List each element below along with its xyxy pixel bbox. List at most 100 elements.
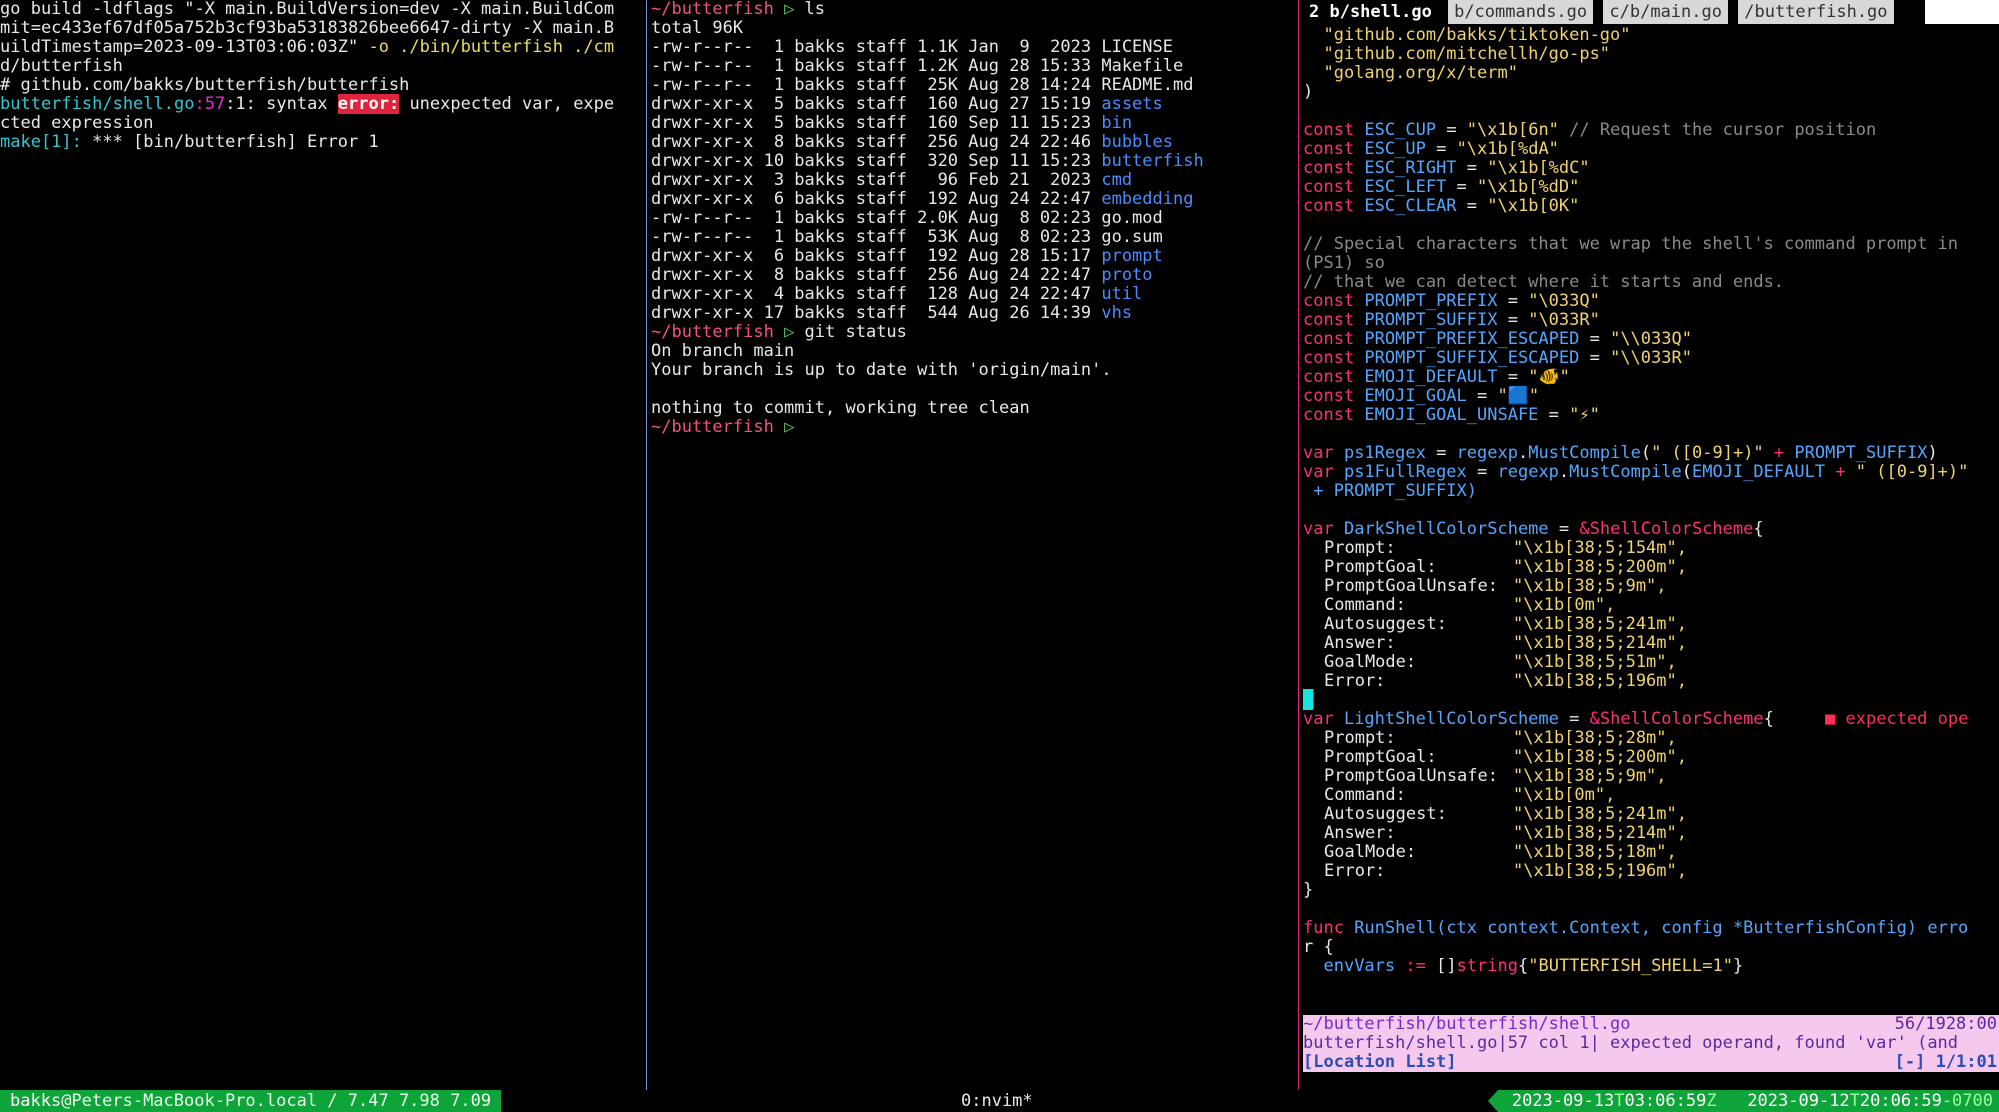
const-line: const EMOJI_GOAL_UNSAFE = "⚡" — [1303, 406, 1999, 425]
qf-entry[interactable]: butterfish/shell.go|57 col 1| expected o… — [1303, 1034, 1999, 1053]
func-params: (ctx context.Context, config *Butterfish… — [1436, 918, 1969, 938]
prompt-arrow-icon: ▷ — [773, 417, 805, 437]
ls-meta: drwxr-xr-x 4 bakks staff 128 Aug 24 22:4… — [651, 284, 1102, 304]
scheme-field: Autosuggest: "\x1b[38;5;241m", — [1303, 615, 1999, 634]
field-value: "\x1b[0m", — [1513, 785, 1616, 805]
scheme-field: PromptGoal: "\x1b[38;5;200m", — [1303, 748, 1999, 767]
shell-prompt-current[interactable]: ~/butterfish ▷ — [651, 418, 1294, 437]
ls-dir-name: butterfish — [1101, 151, 1204, 171]
const-line: const ESC_LEFT = "\x1b[%dD" — [1303, 178, 1999, 197]
const-keyword: const — [1303, 177, 1365, 197]
terminal-pane-build-output[interactable]: go build -ldflags "-X main.BuildVersion=… — [0, 0, 644, 1090]
ts1-date: 2023-09-13 — [1511, 1091, 1615, 1111]
status-window-name[interactable]: 0:nvim* — [961, 1090, 1033, 1112]
ls-meta: -rw-r--r-- 1 bakks staff 1.1K Jan 9 2023 — [651, 37, 1102, 57]
tab-main-go[interactable]: c/b/main.go — [1603, 0, 1728, 24]
terminal-pane-shell[interactable]: ~/butterfish ▷ ls total 96K -rw-r--r-- 1… — [651, 0, 1294, 1090]
prompt-arrow-icon: ▷ — [773, 322, 805, 342]
nvim-pane[interactable]: 2 b/shell.go b/commands.go c/b/main.go /… — [1303, 0, 1999, 1090]
const-eq: = — [1456, 158, 1488, 178]
const-name: ESC_RIGHT — [1364, 158, 1457, 178]
const-value: "\x1b[6n" — [1466, 120, 1559, 140]
const-line: const PROMPT_SUFFIX_ESCAPED = "\\033R" — [1303, 349, 1999, 368]
ls-file-name: LICENSE — [1101, 37, 1173, 57]
location-list[interactable]: ~/butterfish/butterfish/shell.go 56/1928:… — [1303, 1015, 1999, 1072]
pane-divider-left[interactable] — [646, 0, 647, 1090]
ls-row: -rw-r--r-- 1 bakks staff 1.2K Aug 28 15:… — [651, 57, 1294, 76]
ls-dir-name: cmd — [1101, 170, 1133, 190]
dark-scheme-type: &ShellColorScheme — [1579, 519, 1754, 539]
ls-meta: drwxr-xr-x 6 bakks staff 192 Aug 24 22:4… — [651, 189, 1102, 209]
const-keyword: const — [1303, 367, 1365, 387]
build-flags-tail: -o ./bin/butterfish ./cm — [358, 37, 615, 57]
scheme-field: PromptGoalUnsafe: "\x1b[38;5;9m", — [1303, 577, 1999, 596]
build-cmd-line-1: go build -ldflags "-X main.BuildVersion=… — [0, 0, 615, 19]
tab-butterfish-go[interactable]: /butterfish.go — [1738, 0, 1894, 24]
make-message: *** [bin/butterfish] Error 1 — [81, 132, 379, 152]
field-key: Error: — [1324, 671, 1386, 691]
qf-title-line: [Location List] [-] 1/1:01 — [1303, 1053, 1999, 1072]
const-name: EMOJI_GOAL_UNSAFE — [1364, 405, 1539, 425]
code-line: "golang.org/x/term" — [1303, 63, 1518, 83]
const-value: "\x1b[%dC" — [1487, 158, 1590, 178]
const-value: "\033Q" — [1528, 291, 1600, 311]
const-line: const PROMPT_PREFIX = "\033Q" — [1303, 292, 1999, 311]
tab-shell-go[interactable]: 2 b/shell.go — [1303, 0, 1438, 24]
qf-count: [-] 1/1:01 — [1894, 1052, 1997, 1072]
ls-row: drwxr-xr-x 8 bakks staff 256 Aug 24 22:4… — [651, 133, 1294, 152]
prompt-command: ls — [804, 0, 826, 19]
git-output-line: nothing to commit, working tree clean — [651, 398, 1030, 418]
code-line-cursor[interactable]: █ — [1303, 690, 1999, 710]
env-vars-name: envVars — [1323, 956, 1396, 976]
ls-total: total 96K — [651, 18, 744, 38]
const-name: PROMPT_PREFIX — [1364, 291, 1498, 311]
ls-row: drwxr-xr-x 5 bakks staff 160 Aug 27 15:1… — [651, 95, 1294, 114]
const-name: ESC_CLEAR — [1364, 196, 1457, 216]
prompt-arrow-icon: ▷ — [773, 0, 805, 19]
const-eq: = — [1579, 348, 1611, 368]
code-editor[interactable]: "github.com/bakks/tiktoken-go" "github.c… — [1303, 24, 1999, 976]
build-error-line: butterfish/shell.go:57:1: syntax error: … — [0, 94, 644, 114]
dark-scheme-decl: var DarkShellColorScheme = &ShellColorSc… — [1303, 519, 1764, 539]
pane-divider-right[interactable] — [1298, 0, 1299, 1090]
const-value: "\x1b[%dD" — [1477, 177, 1580, 197]
const-name: PROMPT_SUFFIX — [1364, 310, 1498, 330]
prompt-dir: ~/butterfish — [651, 322, 774, 342]
field-key: Error: — [1324, 861, 1386, 881]
error-tag: error: — [337, 94, 400, 114]
qf-title: [Location List] — [1303, 1052, 1457, 1072]
field-value: "\x1b[38;5;196m", — [1513, 671, 1687, 691]
ls-row: drwxr-xr-x 4 bakks staff 128 Aug 24 22:4… — [651, 285, 1294, 304]
const-value: "\\033Q" — [1610, 329, 1692, 349]
tab-commands-go[interactable]: b/commands.go — [1448, 0, 1594, 24]
ls-dir-name: assets — [1101, 94, 1163, 114]
field-value: "\x1b[38;5;154m", — [1513, 538, 1687, 558]
var-name: ps1Regex — [1343, 443, 1426, 463]
scheme-field: Prompt: "\x1b[38;5;154m", — [1303, 539, 1999, 558]
ts1-zone: Z — [1706, 1091, 1717, 1111]
const-value: "\033R" — [1528, 310, 1600, 330]
var-name: ps1FullRegex — [1343, 462, 1467, 482]
scheme-field: Error: "\x1b[38;5;196m", — [1303, 672, 1999, 691]
field-key: Autosuggest: — [1324, 614, 1447, 634]
const-line: const PROMPT_PREFIX_ESCAPED = "\\033Q" — [1303, 330, 1999, 349]
status-user: bakks — [10, 1091, 62, 1111]
powerline-arrow-icon — [1487, 1090, 1498, 1112]
ts2-time: 20:06:59 — [1859, 1091, 1942, 1111]
code-comment: // Special characters that we wrap the s… — [1303, 234, 1959, 254]
scheme-field: GoalMode: "\x1b[38;5;18m", — [1303, 843, 1999, 862]
const-keyword: const — [1303, 120, 1365, 140]
code-comment: (PS1) so — [1303, 253, 1385, 273]
status-right-segment: 2023-09-13T03:06:59Z 2023-09-12T20:06:59… — [1487, 1090, 1999, 1112]
light-scheme-decl: var LightShellColorScheme = &ShellColorS… — [1303, 709, 1969, 729]
const-name: EMOJI_DEFAULT — [1364, 367, 1498, 387]
const-line: const ESC_UP = "\x1b[%dA" — [1303, 140, 1999, 159]
light-scheme-name: LightShellColorScheme — [1343, 709, 1559, 729]
const-keyword: const — [1303, 139, 1365, 159]
ls-row: drwxr-xr-x 17 bakks staff 544 Aug 26 14:… — [651, 304, 1294, 323]
const-keyword: const — [1303, 158, 1365, 178]
field-key: Prompt: — [1324, 538, 1396, 558]
status-host: @Peters-MacBook-Pro.local — [61, 1091, 318, 1111]
scheme-field: PromptGoalUnsafe: "\x1b[38;5;9m", — [1303, 767, 1999, 786]
